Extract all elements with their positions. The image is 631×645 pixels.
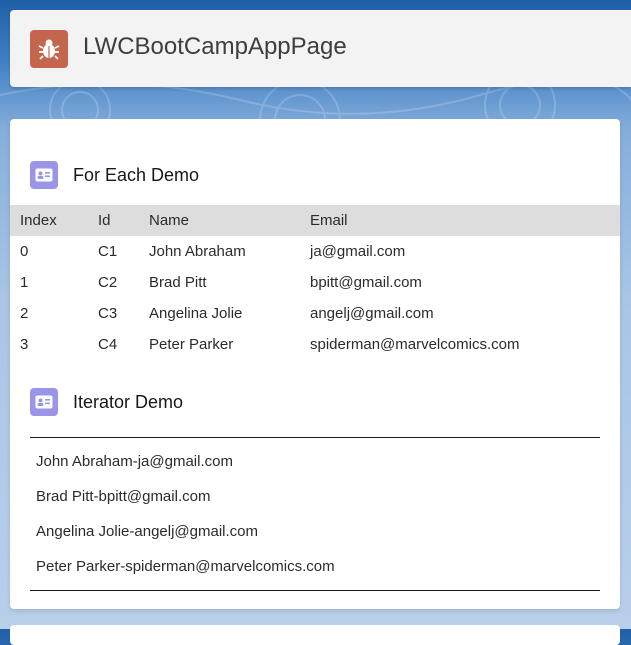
cell-index: 1 <box>20 274 29 291</box>
cell-index: 0 <box>20 243 29 260</box>
cell-email: ja@gmail.com <box>310 243 406 260</box>
table-row: 2 C3 Angelina Jolie angelj@gmail.com <box>10 298 620 329</box>
iterator-section-header: Iterator Demo <box>30 388 183 416</box>
for-each-section-header: For Each Demo <box>30 161 199 189</box>
cell-index: 3 <box>20 336 29 353</box>
cell-id: C3 <box>98 305 118 322</box>
page-title: LWCBootCampAppPage <box>83 33 347 60</box>
table-row: 0 C1 John Abraham ja@gmail.com <box>10 236 620 267</box>
list-item: Peter Parker-spiderman@marvelcomics.com <box>36 558 335 575</box>
page-header: LWCBootCampAppPage <box>10 10 631 87</box>
section-title: Iterator Demo <box>73 391 184 412</box>
list-item: John Abraham-ja@gmail.com <box>36 453 233 470</box>
table-row: 3 C4 Peter Parker spiderman@marvelcomics… <box>10 329 620 360</box>
cell-email: angelj@gmail.com <box>310 305 434 322</box>
cell-name: Angelina Jolie <box>149 305 243 322</box>
cell-name: John Abraham <box>149 243 246 260</box>
cell-id: C1 <box>98 243 118 260</box>
cell-index: 2 <box>20 305 29 322</box>
demo-card: For Each Demo Index Id Name Email 0 C1 J… <box>10 119 620 609</box>
section-title: For Each Demo <box>73 164 200 185</box>
cell-name: Peter Parker <box>149 336 234 353</box>
cell-id: C4 <box>98 336 118 353</box>
table-row: 1 C2 Brad Pitt bpitt@gmail.com <box>10 267 620 298</box>
cell-email: bpitt@gmail.com <box>310 274 422 291</box>
column-header-email: Email <box>310 212 348 229</box>
cell-id: C2 <box>98 274 118 291</box>
column-header-name: Name <box>149 212 190 229</box>
column-header-index: Index <box>20 212 57 229</box>
contact-card-icon <box>30 388 58 416</box>
bug-icon <box>30 30 68 68</box>
list-item: Brad Pitt-bpitt@gmail.com <box>36 488 211 505</box>
column-header-id: Id <box>98 212 111 229</box>
next-card <box>10 625 620 645</box>
contacts-table: Index Id Name Email 0 C1 John Abraham ja… <box>10 205 620 360</box>
cell-name: Brad Pitt <box>149 274 207 291</box>
iterator-list: John Abraham-ja@gmail.com Brad Pitt-bpit… <box>30 437 600 591</box>
contact-card-icon <box>30 161 58 189</box>
cell-email: spiderman@marvelcomics.com <box>310 336 520 353</box>
table-header-row: Index Id Name Email <box>10 205 620 236</box>
list-item: Angelina Jolie-angelj@gmail.com <box>36 523 259 540</box>
